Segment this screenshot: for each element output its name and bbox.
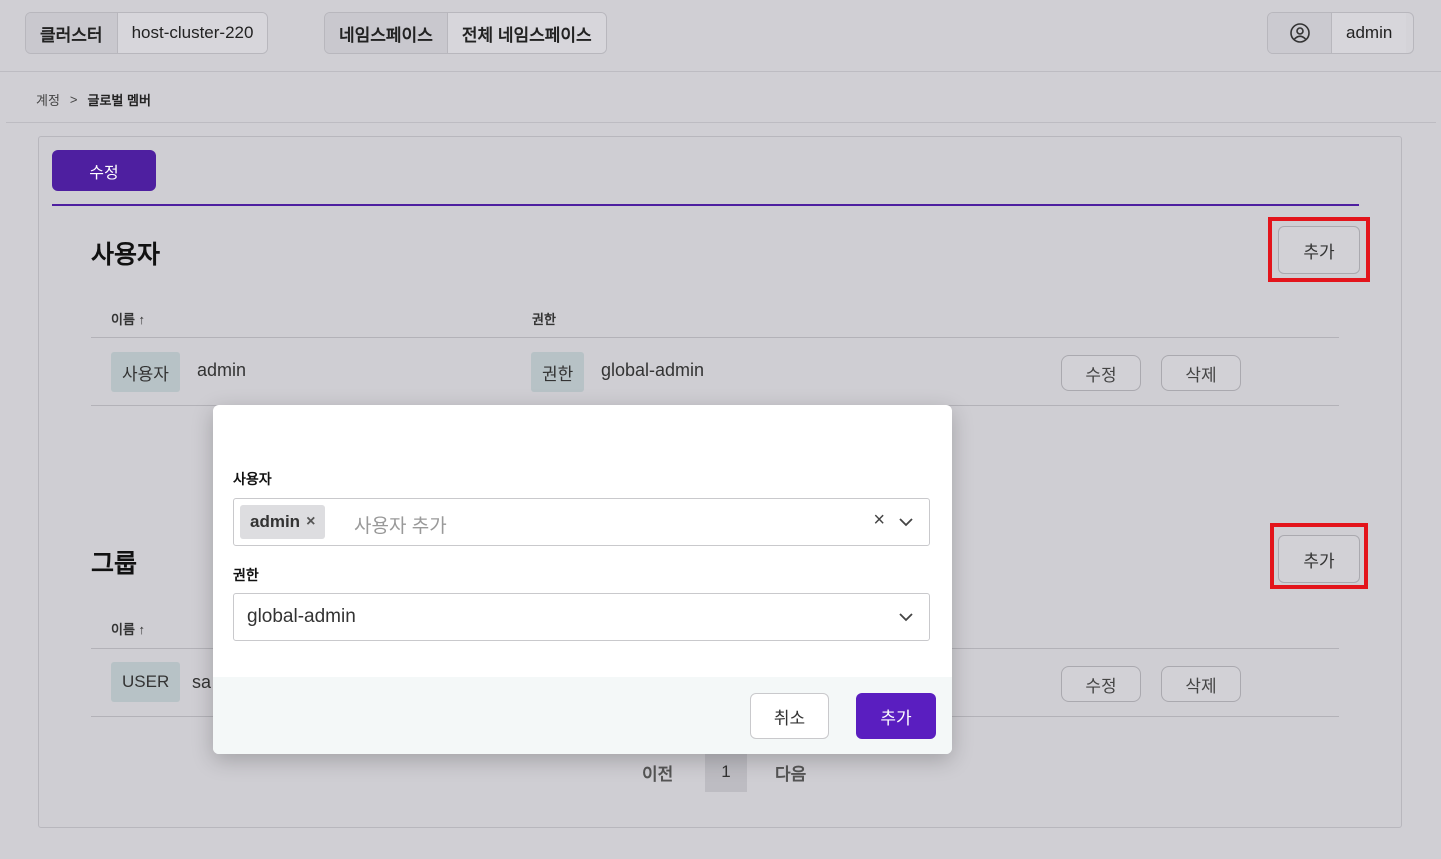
breadcrumb-divider [6, 122, 1436, 123]
sort-up-icon: ↑ [138, 622, 146, 637]
pagination-prev[interactable]: 이전 [642, 760, 673, 785]
add-group-button[interactable]: 추가 [1278, 535, 1360, 583]
breadcrumb-parent[interactable]: 계정 [36, 90, 60, 109]
edit-group-button[interactable]: 수정 [1061, 666, 1141, 702]
add-member-modal: 사용자 admin × 사용자 추가 × 권한 global-admin 취소 … [213, 405, 952, 754]
chevron-down-icon[interactable] [897, 513, 915, 531]
user-type-tag: 사용자 [111, 352, 180, 392]
add-user-button[interactable]: 추가 [1278, 226, 1360, 274]
tab-edit[interactable]: 수정 [52, 150, 156, 191]
delete-group-button[interactable]: 삭제 [1161, 666, 1241, 702]
chip-label: admin [250, 512, 301, 531]
modal-footer: 취소 추가 [213, 677, 952, 754]
role-select-value: global-admin [247, 606, 356, 627]
group-type-tag: USER [111, 662, 181, 702]
user-name-cell: admin [197, 360, 247, 380]
user-search-placeholder[interactable]: 사용자 추가 [354, 511, 447, 538]
column-name-label: 이름 [111, 622, 135, 637]
users-section-title: 사용자 [91, 241, 161, 269]
user-multiselect[interactable]: admin × 사용자 추가 × [233, 498, 930, 546]
column-name-label: 이름 [111, 312, 135, 327]
column-header-name[interactable]: 이름 ↑ [111, 309, 145, 328]
pagination-next[interactable]: 다음 [775, 760, 806, 785]
group-column-header-name[interactable]: 이름 ↑ [111, 619, 145, 638]
groups-section-title: 그룹 [91, 550, 138, 578]
cluster-value[interactable]: host-cluster-220 [117, 13, 268, 53]
user-menu[interactable]: admin [1267, 12, 1414, 54]
chevron-right-icon: > [69, 92, 78, 107]
chevron-down-icon[interactable] [897, 608, 915, 626]
role-select[interactable]: global-admin [233, 593, 930, 641]
tab-underline [52, 204, 1359, 206]
breadcrumb: 계정 > 글로벌 멤버 [36, 90, 151, 109]
column-header-role[interactable]: 권한 [532, 309, 556, 328]
namespace-label: 네임스페이스 [325, 13, 448, 53]
cluster-selector[interactable]: 클러스터 host-cluster-220 [25, 12, 269, 54]
top-bar: 클러스터 host-cluster-220 네임스페이스 전체 네임스페이스 a… [0, 0, 1441, 72]
delete-user-button[interactable]: 삭제 [1161, 355, 1241, 391]
selected-user-chip: admin × [240, 505, 326, 539]
breadcrumb-current: 글로벌 멤버 [87, 93, 151, 108]
table-header-divider [91, 337, 1339, 338]
role-tag: 권한 [531, 352, 585, 392]
group-name-cell: sa [192, 672, 212, 692]
user-name[interactable]: admin [1332, 13, 1407, 53]
role-field-label: 권한 [233, 567, 259, 583]
namespace-selector[interactable]: 네임스페이스 전체 네임스페이스 [324, 12, 607, 54]
cancel-button[interactable]: 취소 [750, 693, 829, 739]
clear-selection-icon[interactable]: × [873, 509, 885, 532]
cluster-label: 클러스터 [26, 13, 118, 53]
sort-up-icon: ↑ [138, 312, 146, 327]
role-cell: global-admin [601, 360, 705, 380]
user-circle-icon[interactable] [1268, 13, 1332, 53]
pagination-page[interactable]: 1 [705, 752, 747, 792]
namespace-value[interactable]: 전체 네임스페이스 [447, 13, 606, 53]
confirm-add-button[interactable]: 추가 [856, 693, 936, 739]
close-icon[interactable]: × [306, 513, 315, 531]
edit-user-button[interactable]: 수정 [1061, 355, 1141, 391]
user-field-label: 사용자 [233, 471, 272, 487]
